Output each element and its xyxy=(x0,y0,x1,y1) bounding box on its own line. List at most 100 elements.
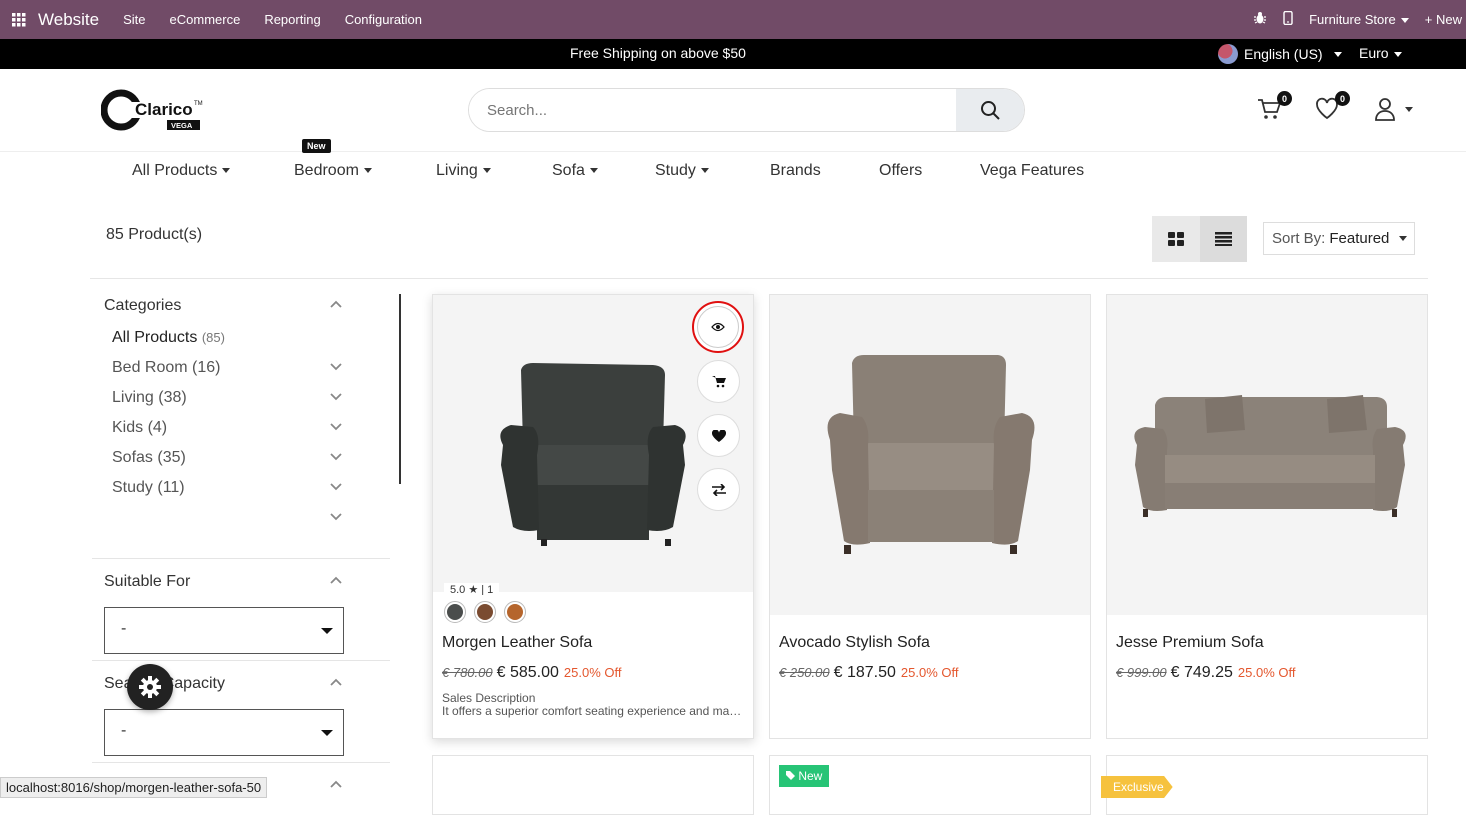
divider xyxy=(92,762,390,763)
cart-button[interactable]: 0 xyxy=(1256,91,1292,124)
chevron-down-icon[interactable] xyxy=(330,483,342,491)
nav-label: Study xyxy=(655,162,696,179)
svg-text:Clarico: Clarico xyxy=(135,100,193,119)
nav-offers[interactable]: Offers xyxy=(879,162,922,180)
nav-bedroom[interactable]: Bedroom xyxy=(294,162,372,180)
current-price: € 585.00 xyxy=(496,664,559,681)
nav-label: Living xyxy=(436,162,478,179)
color-swatch[interactable] xyxy=(504,601,526,623)
view-toggle xyxy=(1152,216,1247,262)
color-swatch[interactable] xyxy=(444,601,466,623)
add-to-cart-button[interactable] xyxy=(697,360,740,403)
category-kids[interactable]: Kids (4) xyxy=(112,419,167,437)
search-input[interactable] xyxy=(469,89,956,131)
product-count: 85 Product(s) xyxy=(106,226,203,243)
product-name[interactable]: Morgen Leather Sofa xyxy=(442,634,592,652)
grid-view-button[interactable] xyxy=(1152,216,1200,262)
category-living[interactable]: Living (38) xyxy=(112,389,187,407)
chevron-down-icon[interactable] xyxy=(330,453,342,461)
currency-label: Euro xyxy=(1359,45,1389,61)
app-title[interactable]: Website xyxy=(38,10,99,30)
language-label: English (US) xyxy=(1244,46,1323,62)
product-image[interactable] xyxy=(770,295,1090,615)
chevron-down-icon[interactable] xyxy=(330,423,342,431)
eye-icon xyxy=(711,322,725,332)
category-bed-room[interactable]: Bed Room (16) xyxy=(112,359,221,377)
currency-selector[interactable]: Euro xyxy=(1359,45,1402,61)
product-card[interactable]: Avocado Stylish Sofa € 250.00 € 187.50 25.… xyxy=(769,294,1091,739)
user-menu[interactable] xyxy=(1374,96,1413,124)
chevron-up-icon[interactable] xyxy=(330,780,342,788)
menu-ecommerce[interactable]: eCommerce xyxy=(170,12,241,27)
divider xyxy=(92,558,390,559)
chevron-down-icon[interactable] xyxy=(330,513,342,521)
nav-label: Sofa xyxy=(552,162,585,179)
settings-gear-button[interactable] xyxy=(127,664,173,710)
nav-vega-features[interactable]: Vega Features xyxy=(980,162,1084,180)
suitable-for-select[interactable]: - xyxy=(104,607,344,654)
wishlist-count-badge: 0 xyxy=(1335,91,1350,106)
product-price: € 780.00 € 585.00 25.0% Off xyxy=(442,664,621,682)
chevron-down-icon[interactable] xyxy=(330,393,342,401)
product-card[interactable] xyxy=(432,755,754,815)
store-switcher[interactable]: Furniture Store xyxy=(1309,12,1409,27)
exclusive-ribbon: Exclusive xyxy=(1101,776,1173,798)
category-label: All Products xyxy=(112,329,198,346)
nav-sofa[interactable]: Sofa xyxy=(552,162,598,180)
site-header: Clarico TM VEGA 0 0 xyxy=(0,69,1466,152)
quick-view-button[interactable] xyxy=(692,301,744,353)
product-name[interactable]: Jesse Premium Sofa xyxy=(1116,634,1264,652)
category-sofas[interactable]: Sofas (35) xyxy=(112,449,186,467)
sidebar-scrollbar[interactable] xyxy=(399,294,401,484)
user-icon xyxy=(1375,98,1395,121)
chevron-up-icon[interactable] xyxy=(330,576,342,584)
mobile-preview-icon[interactable] xyxy=(1283,10,1293,28)
category-all-products[interactable]: All Products (85) xyxy=(112,329,225,347)
tag-icon xyxy=(786,771,795,780)
gear-icon xyxy=(139,676,161,698)
menu-site[interactable]: Site xyxy=(123,12,145,27)
product-card[interactable]: Exclusive xyxy=(1101,755,1428,815)
menu-reporting[interactable]: Reporting xyxy=(264,12,320,27)
search-button[interactable] xyxy=(956,89,1024,131)
chevron-up-icon[interactable] xyxy=(330,300,342,308)
sort-dropdown[interactable]: Sort By: Featured xyxy=(1263,222,1415,255)
product-card[interactable]: Jesse Premium Sofa € 999.00 € 749.25 25.0%… xyxy=(1106,294,1428,739)
list-view-button[interactable] xyxy=(1199,216,1247,262)
nav-brands[interactable]: Brands xyxy=(770,162,821,180)
sort-value: Featured xyxy=(1329,230,1390,247)
search-icon xyxy=(981,101,1000,120)
product-card[interactable]: New xyxy=(769,755,1091,815)
product-image[interactable] xyxy=(1107,295,1427,615)
new-button[interactable]: + New xyxy=(1425,12,1462,27)
compare-button[interactable] xyxy=(697,468,740,511)
categories-title: Categories xyxy=(104,297,182,314)
ribbon-label: New xyxy=(798,769,823,783)
chevron-up-icon[interactable] xyxy=(330,678,342,686)
product-card[interactable]: 5.0 ★ | 1 Morgen Leather Sofa € 780.00 € … xyxy=(432,294,754,739)
nav-living[interactable]: Living xyxy=(436,162,491,180)
add-to-wishlist-button[interactable] xyxy=(697,414,740,457)
cart-count-badge: 0 xyxy=(1277,91,1292,106)
product-name[interactable]: Avocado Stylish Sofa xyxy=(779,634,930,652)
suitable-for-title: Suitable For xyxy=(104,573,191,590)
site-logo[interactable]: Clarico TM VEGA xyxy=(100,88,203,132)
rating-badge: 5.0 ★ | 1 xyxy=(444,583,500,595)
apps-grid-icon[interactable] xyxy=(0,12,38,27)
chevron-down-icon[interactable] xyxy=(330,363,342,371)
seating-capacity-select[interactable]: - xyxy=(104,709,344,756)
category-study[interactable]: Study (11) xyxy=(112,479,185,497)
wishlist-button[interactable]: 0 xyxy=(1314,91,1350,124)
language-selector[interactable]: English (US) xyxy=(1218,44,1342,64)
old-price: € 250.00 xyxy=(779,665,830,680)
nav-study[interactable]: Study xyxy=(655,162,709,180)
description-title: Sales Description xyxy=(442,691,536,705)
menu-configuration[interactable]: Configuration xyxy=(345,12,422,27)
new-tag-badge: New xyxy=(302,139,331,153)
nav-all-products[interactable]: All Products xyxy=(132,162,231,180)
color-swatch[interactable] xyxy=(474,601,496,623)
select-value: - xyxy=(121,722,127,739)
new-ribbon: New xyxy=(779,765,830,787)
debug-bug-icon[interactable] xyxy=(1253,11,1267,28)
product-description: It offers a superior comfort seating exp… xyxy=(442,704,747,718)
